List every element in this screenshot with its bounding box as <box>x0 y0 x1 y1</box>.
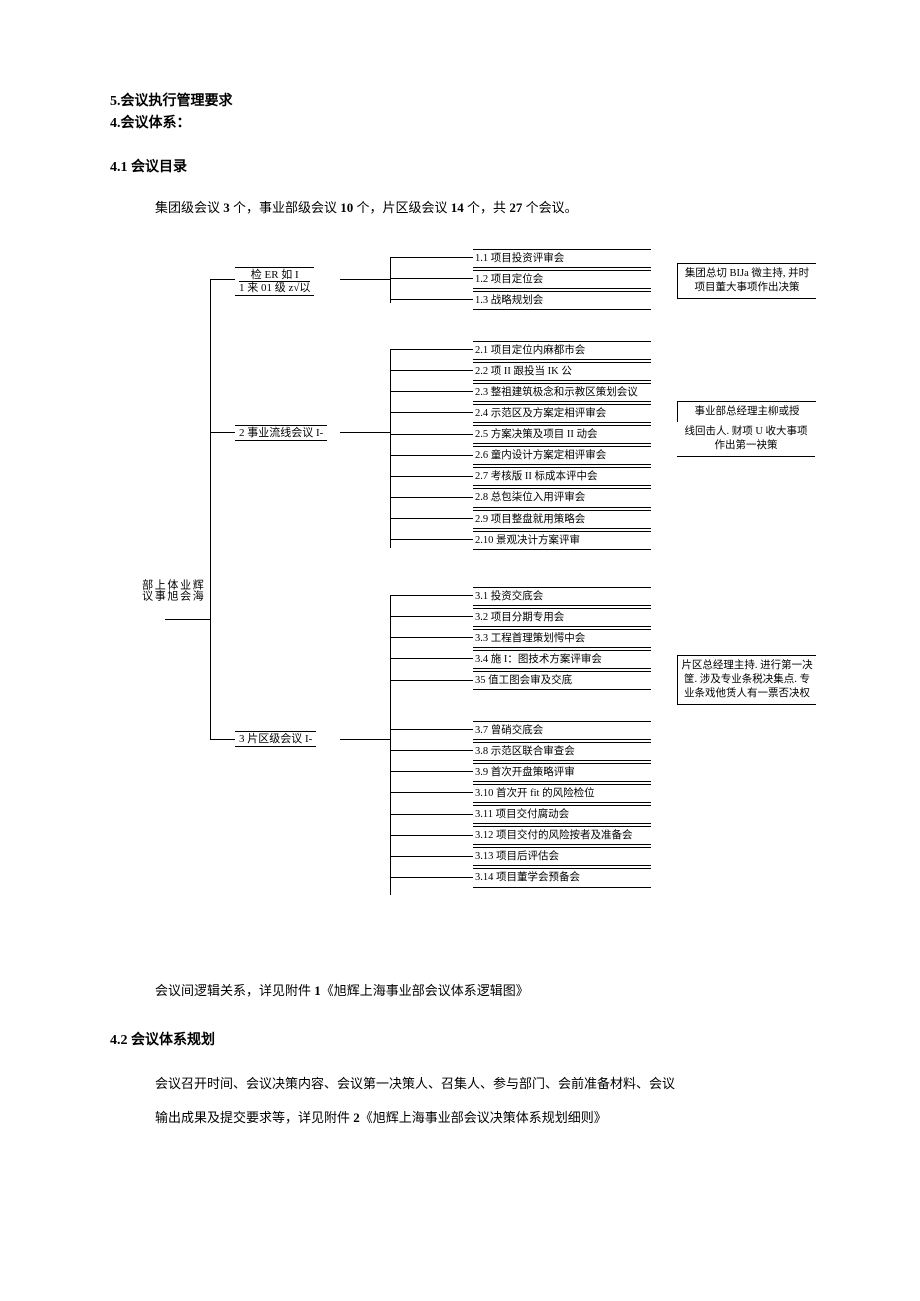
heading-5: 5.会议执行管理要求 <box>110 90 820 110</box>
leaf-item: 2.6 童内设计方案定相评审会 <box>473 446 651 465</box>
leaf-item: 2.2 项 II 跟投当 IK 公 <box>473 362 651 381</box>
diagram-line <box>390 637 473 638</box>
leaf-item: 3.12 项目交付的风险按者及准备会 <box>473 826 651 845</box>
mid-node-1b: 1 来 01 级 z√以 <box>239 282 310 294</box>
leaf-item: 3.4 施 I：图技术方案评审会 <box>473 650 651 669</box>
intro-text: 个会议。 <box>522 200 577 215</box>
diagram-line <box>390 497 473 498</box>
leaf-item: 3.8 示范区联合审查会 <box>473 742 651 761</box>
mid-node-2: 2 事业流线会议 I- <box>235 425 327 441</box>
diagram-line <box>390 856 473 857</box>
diagram-line <box>390 658 473 659</box>
diagram-line <box>390 391 473 392</box>
vlabel-line: 部议 <box>141 579 153 601</box>
intro-text: 个，片区级会议 <box>353 200 451 215</box>
para-4-2: 会议召开时间、会议决策内容、会议第一决策人、召集人、参与部门、会前准备材料、会议… <box>155 1067 820 1135</box>
diagram-line <box>210 279 235 280</box>
diagram-line <box>210 279 211 739</box>
leaf-item: 35 值工图会审及交底 <box>473 671 651 690</box>
leaf-item: 1.1 项目投资评审会 <box>473 249 651 268</box>
note-line: 会议间逻辑关系，详见附件 1《旭辉上海事业部会议体系逻辑图》 <box>155 977 820 1006</box>
diagram-line <box>390 814 473 815</box>
diagram-line <box>390 455 473 456</box>
diagram-line <box>390 835 473 836</box>
diagram-line <box>390 750 473 751</box>
diagram-line <box>210 432 235 433</box>
diagram-root-label: 辉海 业会 体旭 上事 部议 <box>140 579 203 601</box>
diagram-line <box>390 680 473 681</box>
diagram-line <box>390 595 391 895</box>
leaf-item: 3.11 项目交付腐动会 <box>473 805 651 824</box>
diagram-line <box>390 349 473 350</box>
intro-text: 个，共 <box>464 200 510 215</box>
note-text: 会议间逻辑关系，详见附件 <box>155 983 314 998</box>
diagram-line <box>390 771 473 772</box>
side-note-2a: 事业部总经理主柳或授 <box>677 401 816 422</box>
diagram-line <box>390 299 473 300</box>
heading-4: 4.会议体系： <box>110 112 820 132</box>
leaf-item: 2.5 方案决策及项目 II 动会 <box>473 425 651 444</box>
intro-count-3: 14 <box>451 200 464 215</box>
leaf-item: 2.3 整祖建筑极念和示教区策划会议 <box>473 383 651 402</box>
intro-count-4: 27 <box>509 200 522 215</box>
vlabel-line: 体旭 <box>166 579 178 601</box>
diagram-line <box>390 370 473 371</box>
diagram-line <box>390 539 473 540</box>
leaf-item: 2.9 项目整盘就用策略会 <box>473 510 651 529</box>
diagram-line <box>390 257 473 258</box>
side-note-2b: 线回击人. 财项 U 收大事项作出第一袂策 <box>677 422 815 457</box>
diagram-line <box>210 739 235 740</box>
side-note-1: 集团总切 BIJa 微主持, 并时项目董大事项作出决策 <box>677 263 816 299</box>
leaf-item: 2.8 总包柒位入用评审会 <box>473 488 651 507</box>
diagram-line <box>390 278 473 279</box>
vlabel-line: 上事 <box>153 579 165 601</box>
meeting-diagram: 辉海 业会 体旭 上事 部议 检 ER 如 I 1 来 01 级 z√以 1.1… <box>110 249 820 949</box>
diagram-line <box>390 434 473 435</box>
side-note-3: 片区总经理主持. 进行第一决筐. 涉及专业条税决集点. 专业条戏他赁人有一票否决… <box>677 655 816 706</box>
leaf-item: 3.10 首次开 fit 的风险检位 <box>473 784 651 803</box>
mid-node-1a: 检 ER 如 I <box>239 269 310 282</box>
diagram-line <box>340 279 390 280</box>
diagram-line <box>390 257 391 303</box>
diagram-line <box>390 518 473 519</box>
section-4-2: 4.2 会议体系规划 <box>110 1029 820 1049</box>
leaf-item: 3.13 项目后评估会 <box>473 847 651 866</box>
para-text: 会议召开时间、会议决策内容、会议第一决策人、召集人、参与部门、会前准备材料、会议 <box>155 1076 675 1091</box>
leaf-item: 3.2 项目分期专用会 <box>473 608 651 627</box>
leaf-item: 1.3 战略规划会 <box>473 291 651 310</box>
diagram-line <box>390 792 473 793</box>
para-text: 输出成果及提交要求等，详见附件 <box>155 1110 353 1125</box>
mid-node-3: 3 片区级会议 I- <box>235 731 316 747</box>
intro-line: 集团级会议 3 个，事业部级会议 10 个，片区级会议 14 个，共 27 个会… <box>155 194 820 223</box>
mid-node-1: 检 ER 如 I 1 来 01 级 z√以 <box>235 267 314 296</box>
para-suffix: 《旭辉上海事业部会议决策体系规划细则》 <box>360 1110 607 1125</box>
leaf-item: 3.7 曾硝交底会 <box>473 721 651 740</box>
vlabel-line: 辉海 <box>191 579 203 601</box>
diagram-line <box>165 619 210 620</box>
leaf-item: 3.14 项目董学会预备会 <box>473 868 651 887</box>
diagram-line <box>340 432 390 433</box>
note-suffix: 《旭辉上海事业部会议体系逻辑图》 <box>321 983 529 998</box>
leaf-item: 2.1 项目定位内麻都市会 <box>473 341 651 360</box>
diagram-line <box>390 412 473 413</box>
diagram-line <box>390 729 473 730</box>
intro-count-2: 10 <box>340 200 353 215</box>
diagram-line <box>340 739 390 740</box>
diagram-line <box>390 595 473 596</box>
diagram-line <box>390 476 473 477</box>
leaf-item: 3.3 工程首理策划愕中会 <box>473 629 651 648</box>
intro-text: 个，事业部级会议 <box>230 200 341 215</box>
vlabel-line: 业会 <box>179 579 191 601</box>
intro-text: 集团级会议 <box>155 200 223 215</box>
leaf-item: 1.2 项目定位会 <box>473 270 651 289</box>
leaf-item: 2.7 考核版 II 标成本评中会 <box>473 467 651 486</box>
leaf-item: 3.1 投资交底会 <box>473 587 651 606</box>
leaf-item: 2.4 示范区及方案定相评审会 <box>473 404 651 423</box>
section-4-1: 4.1 会议目录 <box>110 156 820 176</box>
leaf-item: 3.9 首次开盘策略评审 <box>473 763 651 782</box>
leaf-item: 2.10 景观决计方案评审 <box>473 531 651 550</box>
diagram-line <box>390 877 473 878</box>
diagram-line <box>390 616 473 617</box>
